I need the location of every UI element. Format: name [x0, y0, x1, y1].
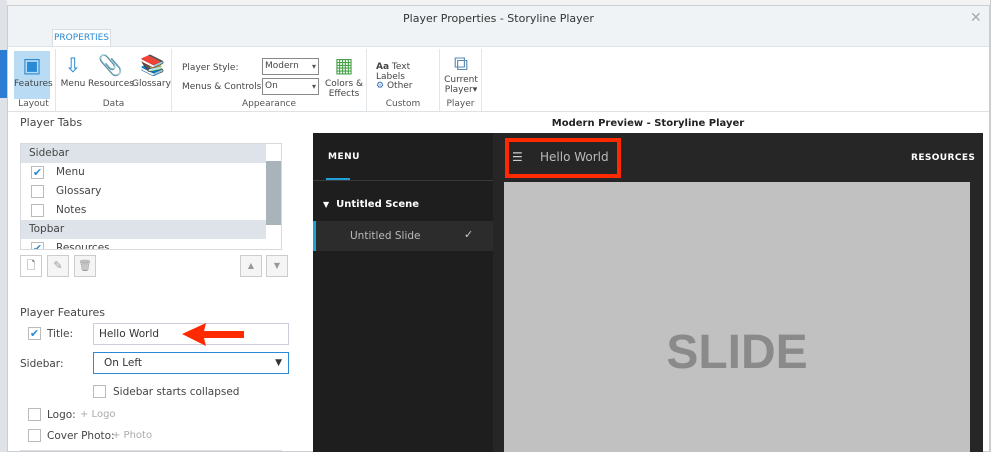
trash-icon: 🗑: [78, 259, 92, 272]
player-tabs-list: Sidebar ✔ Menu Glossary Notes Topbar ✔ Res…: [20, 143, 282, 250]
menus-controls-label: Menus & Controls:: [182, 82, 265, 92]
new-tab-button[interactable]: 🗋: [20, 255, 42, 277]
list-item[interactable]: Notes: [21, 201, 281, 220]
arrow-up-icon: ▲: [247, 261, 255, 270]
list-item[interactable]: ✔ Menu: [21, 163, 281, 182]
edit-icon: ✎: [53, 259, 63, 272]
features-icon: ▣: [22, 53, 42, 77]
player-tabs-heading: Player Tabs: [20, 116, 83, 129]
slide-placeholder-text: SLIDE: [666, 326, 808, 379]
group-player: ⧉ Current Player▾ Player: [440, 49, 482, 111]
list-group-topbar: Topbar: [21, 220, 281, 239]
cover-photo-label: Cover Photo:: [47, 430, 115, 442]
list-group-sidebar: Sidebar: [21, 144, 281, 163]
scrollbar-thumb[interactable]: [266, 161, 281, 225]
scrollbar[interactable]: [266, 144, 281, 249]
menu-button[interactable]: ⇩ Menu: [60, 51, 86, 89]
menus-controls-select[interactable]: On: [262, 78, 319, 95]
edit-tab-button[interactable]: ✎: [47, 255, 69, 277]
list-item[interactable]: Glossary: [21, 182, 281, 201]
slide-item[interactable]: Untitled Slide ✓: [313, 221, 493, 251]
preview-title: Modern Preview - Storyline Player: [551, 118, 745, 129]
group-layout: ▣ Features Layout: [12, 49, 56, 111]
gear-icon: ⚙: [376, 81, 385, 91]
checkbox[interactable]: [31, 185, 44, 198]
sidebar-collapsed-checkbox[interactable]: [93, 385, 106, 398]
player-style-label: Player Style:: [182, 63, 239, 73]
move-down-button[interactable]: ▼: [266, 255, 288, 277]
close-icon[interactable]: ✕: [970, 10, 982, 26]
other-button[interactable]: ⚙ Other: [376, 81, 413, 91]
resources-tab[interactable]: RESOURCES: [911, 153, 975, 163]
window-title: Player Properties - Storyline Player: [403, 12, 594, 25]
scene-item[interactable]: ▼ Untitled Scene: [323, 199, 419, 210]
player-features-heading: Player Features: [20, 306, 106, 319]
player-preview: MENU ▼ Untitled Scene Untitled Slide ✓ ☰…: [313, 133, 983, 452]
tab-properties[interactable]: PROPERTIES: [52, 29, 111, 47]
group-label: Layout: [18, 99, 49, 109]
player-style-select[interactable]: Modern: [262, 58, 319, 75]
group-data: ⇩ Menu 📎 Resources 📚 Glossary Data: [56, 49, 172, 111]
checkbox[interactable]: [31, 204, 44, 217]
new-page-icon: 🗋: [26, 259, 36, 272]
text-labels-icon: Aa: [376, 62, 390, 72]
arrow-down-icon: ▼: [273, 261, 281, 270]
group-label: Player: [446, 99, 475, 109]
caret-down-icon: ▼: [323, 200, 330, 209]
red-highlight-annotation: [505, 138, 621, 178]
menu-tab[interactable]: MENU: [328, 152, 360, 162]
current-player-button[interactable]: ⧉ Current Player▾: [442, 51, 480, 95]
features-button[interactable]: ▣ Features: [14, 51, 53, 99]
menu-icon: ⇩: [64, 53, 82, 77]
chevron-down-icon: ▼: [275, 358, 282, 368]
text-labels-button[interactable]: Aa Text Labels: [376, 62, 439, 82]
title-checkbox[interactable]: ✔: [28, 327, 41, 340]
palette-icon: ▦: [334, 53, 354, 77]
slide-area: SLIDE: [504, 182, 970, 452]
group-label: Appearance: [241, 99, 297, 109]
player-sidebar: MENU ▼ Untitled Scene Untitled Slide ✓: [313, 133, 493, 452]
cover-photo-checkbox[interactable]: [28, 429, 41, 442]
checkbox-checked[interactable]: ✔: [31, 242, 44, 249]
glossary-book-icon: 📚: [140, 53, 165, 77]
resources-button[interactable]: 📎 Resources: [88, 51, 134, 89]
group-custom: Aa Text Labels ⚙ Other Custom: [367, 49, 440, 111]
left-panel: Player Tabs Sidebar ✔ Menu Glossary Notes…: [20, 116, 290, 451]
move-up-button[interactable]: ▲: [240, 255, 262, 277]
list-item[interactable]: ✔ Resources: [21, 239, 281, 249]
sidebar-select[interactable]: On Left ▼: [93, 352, 289, 374]
player-icon: ⧉: [453, 51, 469, 75]
paperclip-icon: 📎: [98, 53, 123, 77]
group-label: Data: [102, 99, 125, 109]
delete-tab-button[interactable]: 🗑: [74, 255, 96, 277]
group-appearance: Player Style: Modern Menus & Controls: O…: [172, 49, 367, 111]
divider: [20, 450, 282, 451]
background-app-right: [990, 0, 999, 452]
checkbox-checked[interactable]: ✔: [31, 166, 44, 179]
sidebar-collapsed-label: Sidebar starts collapsed: [113, 386, 240, 398]
divider: [313, 180, 493, 181]
ribbon: ▣ Features Layout ⇩ Menu 📎 Resources 📚 Gloss…: [8, 46, 989, 112]
logo-checkbox[interactable]: [28, 408, 41, 421]
title-bar: Player Properties - Storyline Player ✕ P…: [8, 6, 989, 47]
title-label: Title:: [47, 328, 74, 340]
slide-name: Untitled Slide: [350, 230, 421, 242]
group-label: Custom: [385, 99, 421, 109]
sidebar-label: Sidebar:: [20, 358, 64, 370]
glossary-button[interactable]: 📚 Glossary: [132, 51, 171, 89]
check-icon: ✓: [464, 228, 474, 241]
add-logo-link[interactable]: + Logo: [80, 409, 116, 420]
add-photo-link[interactable]: + Photo: [112, 430, 152, 441]
background-app-left: [0, 0, 7, 452]
logo-label: Logo:: [47, 409, 76, 421]
red-arrow-annotation: [182, 323, 244, 346]
colors-effects-button[interactable]: ▦ Colors & Effects: [324, 51, 364, 99]
